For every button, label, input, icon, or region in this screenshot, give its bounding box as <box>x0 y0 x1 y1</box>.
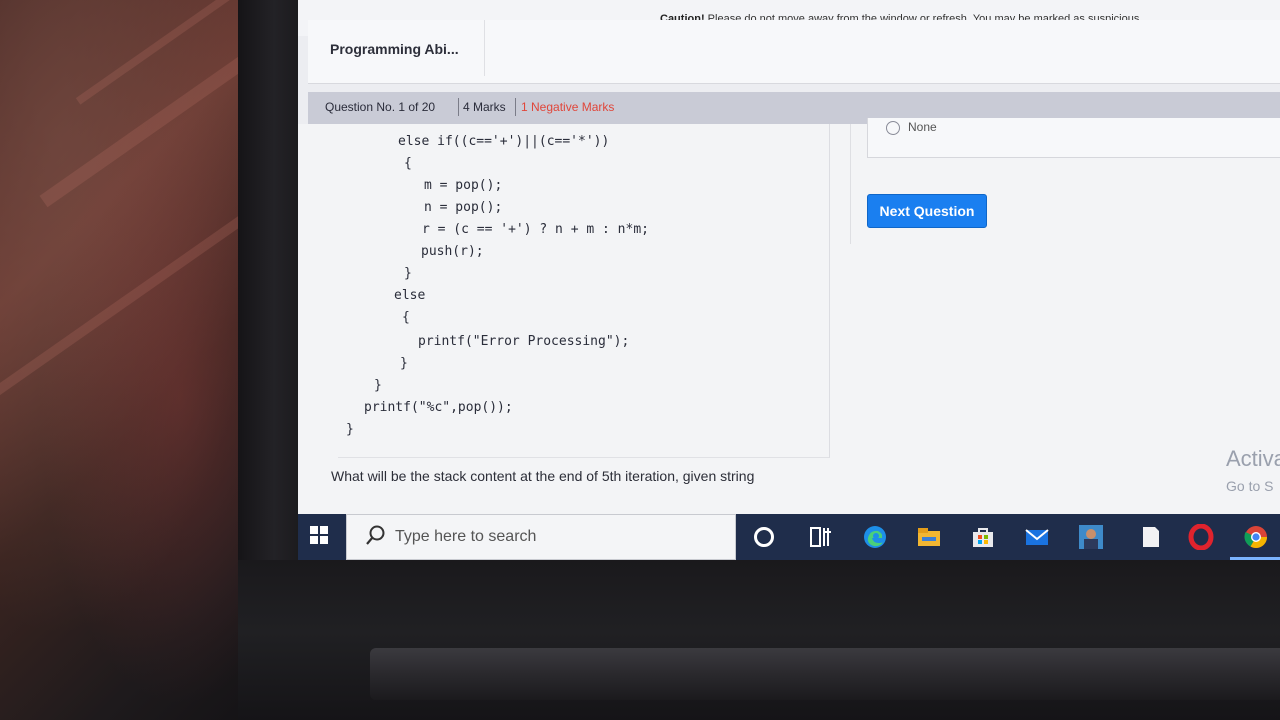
edge-browser-icon[interactable] <box>862 524 888 550</box>
code-line: r = (c == '+') ? n + m : n*m; <box>422 222 649 237</box>
cortana-icon[interactable] <box>754 527 774 547</box>
negative-marks: 1 Negative Marks <box>521 100 615 114</box>
mail-icon[interactable] <box>1024 524 1050 550</box>
code-line: else if((c=='+')||(c=='*')) <box>398 134 610 149</box>
chrome-browser-icon[interactable] <box>1243 524 1269 550</box>
activation-subtitle: Go to S <box>1226 478 1274 494</box>
header-divider <box>484 20 485 76</box>
notes-icon[interactable] <box>1138 524 1164 550</box>
windows-start-icon[interactable] <box>310 526 328 544</box>
activation-title: Activa <box>1226 446 1280 471</box>
taskbar <box>298 514 1280 560</box>
fabric-stripe <box>39 46 261 208</box>
search-icon <box>366 525 385 545</box>
laptop-hinge <box>370 648 1280 700</box>
code-line: printf("Error Processing"); <box>418 334 630 349</box>
code-line: n = pop(); <box>424 200 503 215</box>
store-icon[interactable] <box>970 524 996 550</box>
question-text: What will be the stack content at the en… <box>331 468 755 484</box>
code-line: { <box>402 310 410 325</box>
divider <box>458 98 459 116</box>
screen: Caution! Please do not move away from th… <box>298 0 1280 520</box>
fabric-stripe <box>0 209 254 401</box>
search-input[interactable] <box>395 525 715 549</box>
opera-browser-icon[interactable] <box>1188 524 1214 550</box>
code-line: m = pop(); <box>424 178 503 193</box>
windows-activation-watermark: Activa Go to S <box>1226 446 1280 494</box>
question-number: Question No. 1 of 20 <box>325 100 436 114</box>
answer-panel: None Next Question <box>850 118 1280 244</box>
active-app-indicator <box>1230 557 1280 560</box>
next-question-button[interactable]: Next Question <box>867 194 987 228</box>
code-line: else <box>394 288 426 303</box>
code-panel: else if((c=='+')||(c=='*')) { m = pop();… <box>338 124 830 458</box>
code-line: push(r); <box>421 244 484 259</box>
code-line: } <box>374 378 382 393</box>
divider <box>515 98 516 116</box>
app-name[interactable]: Programming Abi... <box>330 41 459 57</box>
header: Programming Abi... <box>308 20 1280 84</box>
question-content: else if((c=='+')||(c=='*')) { m = pop();… <box>298 118 1280 520</box>
code-line: } <box>346 422 354 437</box>
task-view-icon[interactable] <box>808 524 834 550</box>
code-line: } <box>404 266 412 281</box>
radio-button[interactable] <box>886 121 900 135</box>
file-explorer-icon[interactable] <box>916 524 942 550</box>
code-block: else if((c=='+')||(c=='*')) { m = pop();… <box>338 124 649 437</box>
question-marks: 4 Marks <box>463 100 506 114</box>
taskbar-search[interactable] <box>346 514 736 560</box>
photo-app-icon[interactable] <box>1078 524 1104 550</box>
code-line: printf("%c",pop()); <box>364 400 513 415</box>
option-label: None <box>908 120 937 134</box>
code-line: { <box>404 156 412 171</box>
code-line: } <box>400 356 408 371</box>
fabric-stripe <box>75 0 245 105</box>
answer-option[interactable]: None <box>867 118 1280 158</box>
